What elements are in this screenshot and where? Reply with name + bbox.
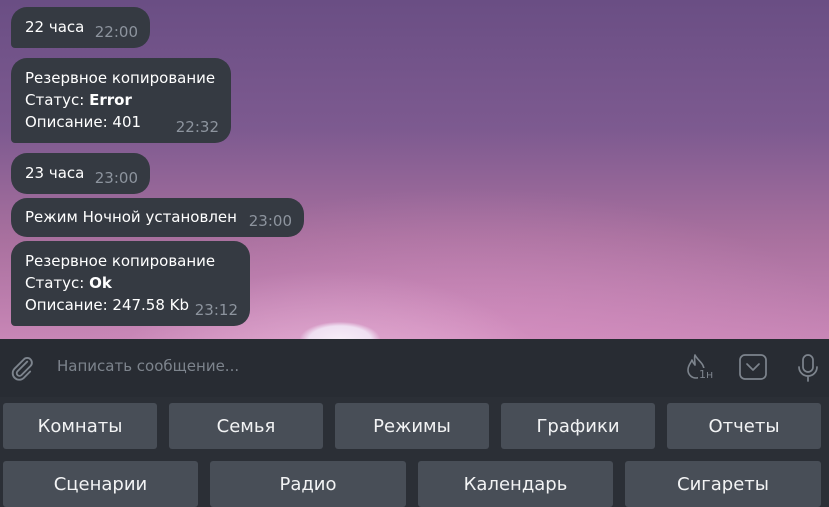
status-value: Error (89, 91, 132, 109)
message-time: 22:32 (175, 118, 219, 136)
message-bubble[interactable]: 22 часа 22:00 (11, 7, 150, 48)
message-text: Резервное копирование (25, 69, 216, 87)
chat-area[interactable]: 22 часа 22:00 Резервное копирование Стат… (0, 0, 829, 339)
message-time: 23:00 (248, 212, 292, 230)
self-destruct-timer-button[interactable]: 1н (680, 351, 715, 385)
paperclip-icon[interactable] (8, 354, 36, 382)
status-label: Статус: (25, 274, 90, 292)
message-bubble[interactable]: 23 часа 23:00 (11, 153, 150, 194)
keyboard-button-calendar[interactable]: Календарь (418, 461, 613, 507)
status-line: Статус: Ok (25, 272, 238, 294)
message-bubble[interactable]: Режим Ночной установлен 23:00 (11, 198, 304, 237)
message-bubble[interactable]: Резервное копирование Статус: Error Опис… (11, 58, 231, 143)
timer-label: 1н (698, 368, 715, 381)
keyboard-button-family[interactable]: Семья (169, 403, 323, 449)
status-line: Статус: Error (25, 89, 219, 111)
keyboard-button-rooms[interactable]: Комнаты (3, 403, 157, 449)
message-time: 23:12 (194, 301, 238, 319)
keyboard-button-radio[interactable]: Радио (210, 461, 406, 507)
message-time: 23:00 (94, 169, 138, 187)
keyboard-button-graphs[interactable]: Графики (501, 403, 655, 449)
keyboard-button-cigarettes[interactable]: Сигареты (625, 461, 821, 507)
message-input[interactable]: Написать сообщение... (57, 357, 239, 375)
keyboard-button-reports[interactable]: Отчеты (667, 403, 821, 449)
wallpaper-cloud (300, 322, 380, 339)
keyboard-button-modes[interactable]: Режимы (335, 403, 489, 449)
microphone-icon[interactable] (793, 353, 823, 383)
keyboard-button-scenarios[interactable]: Сценарии (3, 461, 198, 507)
message-composer: Написать сообщение... 1н (0, 339, 829, 397)
message-time: 22:00 (94, 23, 138, 41)
bot-keyboard-icon[interactable] (738, 352, 768, 382)
status-label: Статус: (25, 91, 90, 109)
status-value: Ok (89, 274, 112, 292)
bot-keyboard: Комнаты Семья Режимы Графики Отчеты Сцен… (0, 397, 829, 507)
message-bubble[interactable]: Резервное копирование Статус: Ok Описани… (11, 241, 250, 326)
message-text: Резервное копирование (25, 252, 216, 270)
